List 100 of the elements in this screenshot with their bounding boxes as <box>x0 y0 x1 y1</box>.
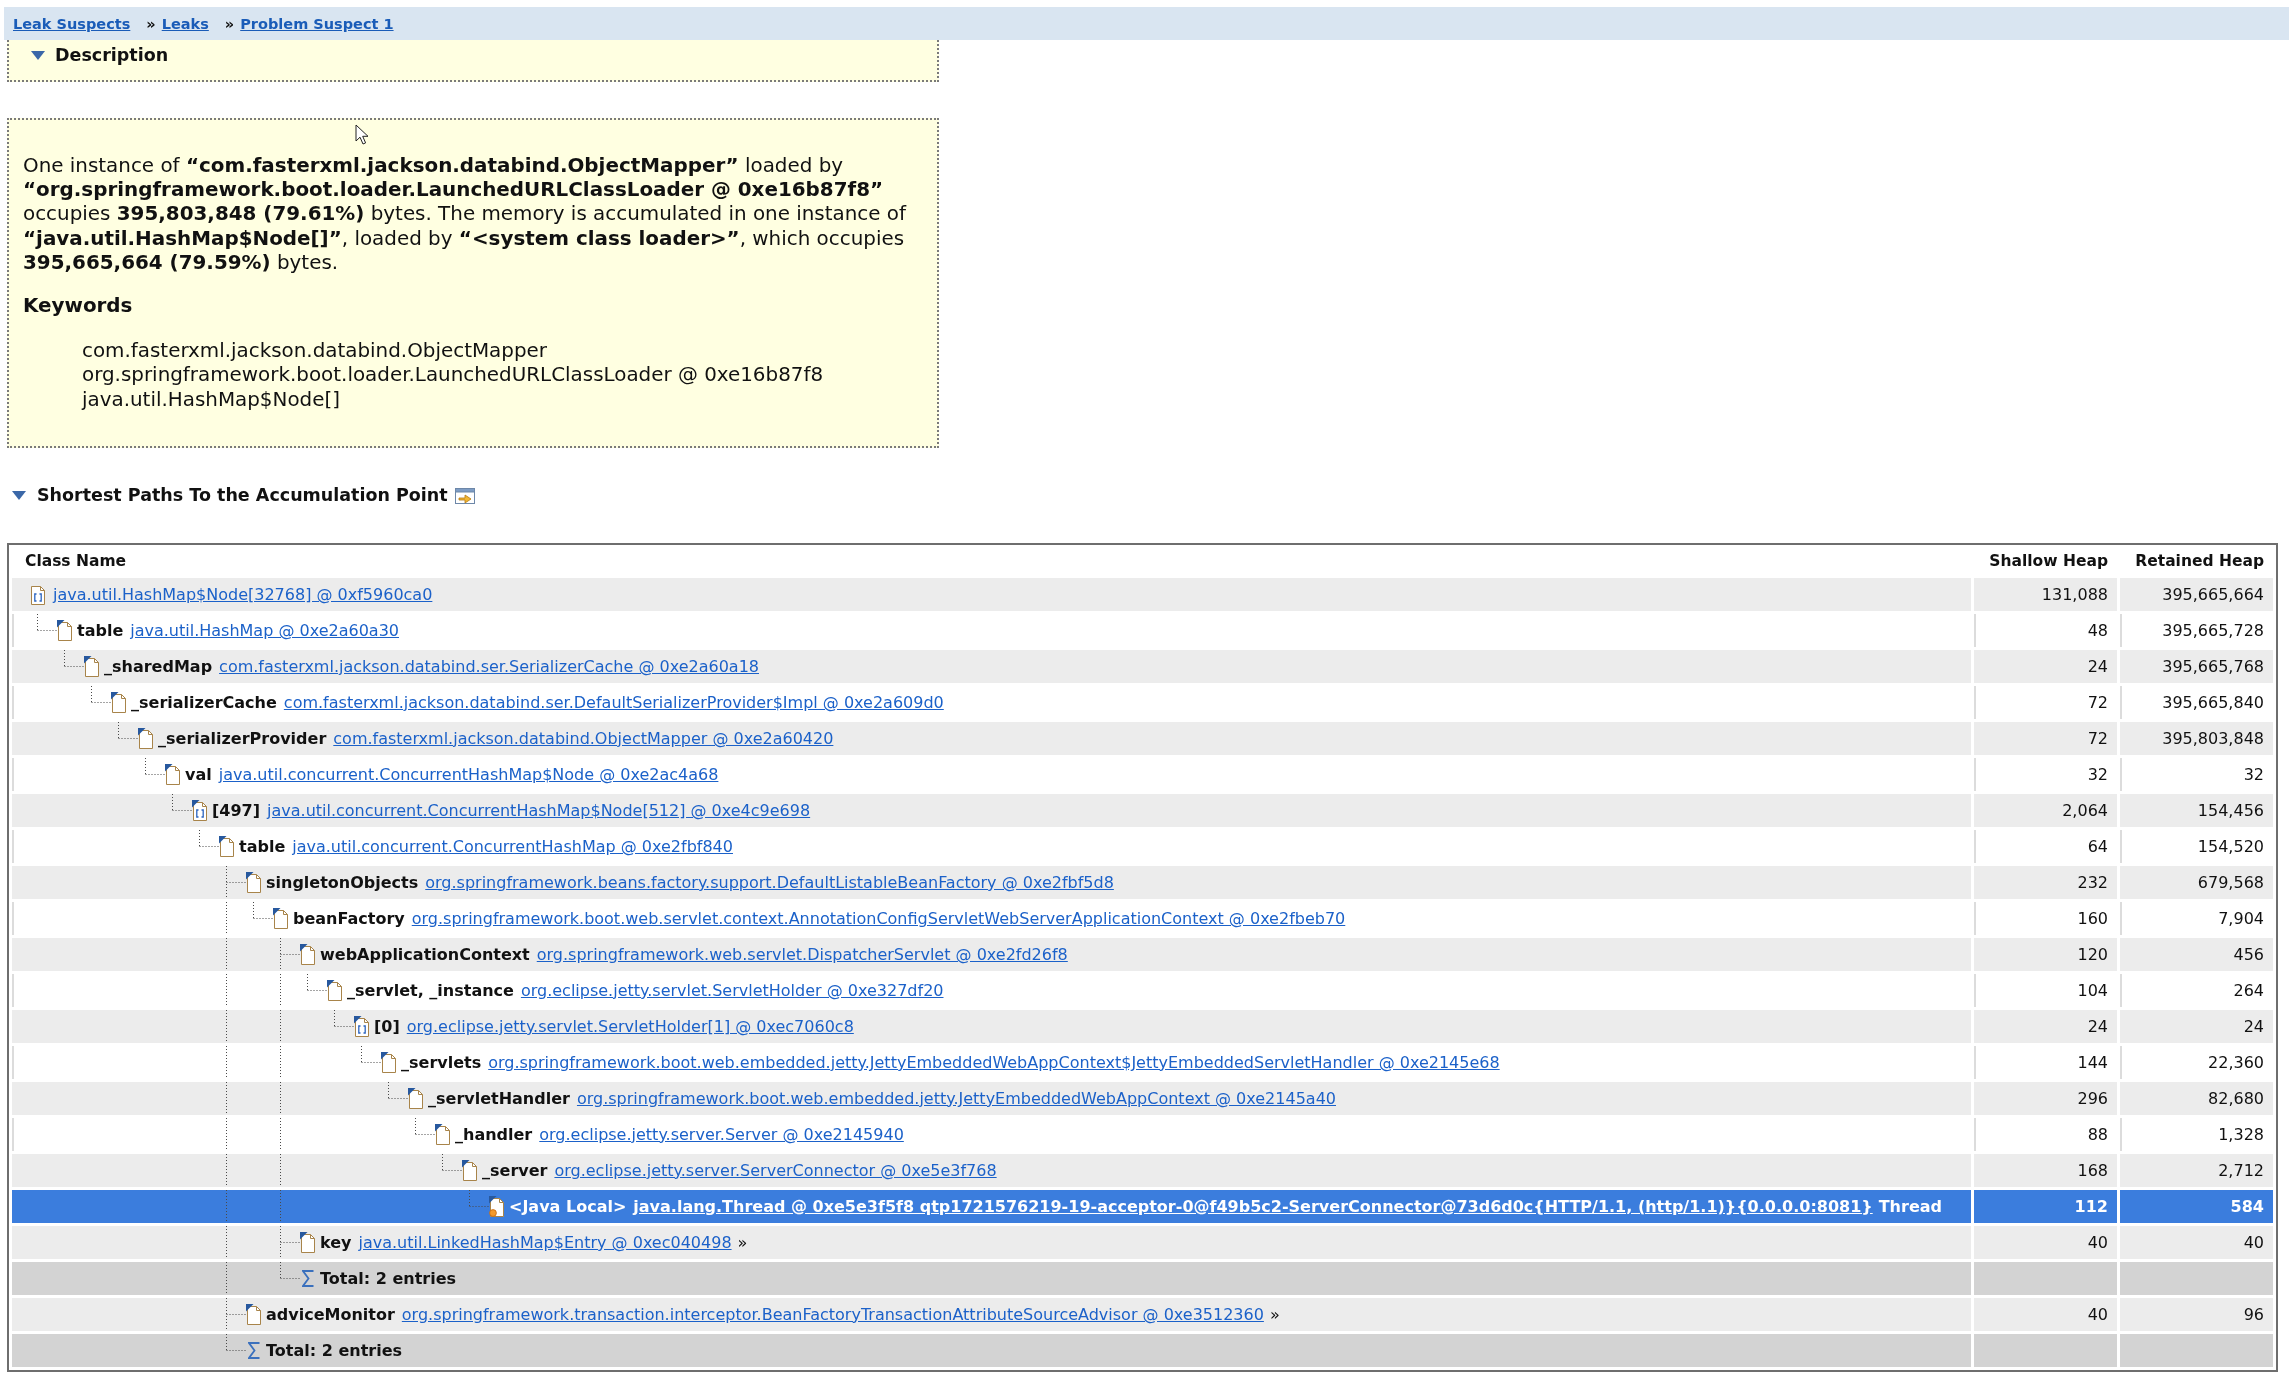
object-link[interactable]: org.eclipse.jetty.servlet.ServletHolder @ 0xe327df20 <box>520 980 944 1000</box>
tree-connector <box>91 685 111 703</box>
tree-connector <box>226 865 246 899</box>
array-document-icon <box>192 799 208 821</box>
tree-connector <box>64 649 84 667</box>
mouse-pointer-icon <box>355 124 369 145</box>
heap-value: 24 <box>2120 1009 2273 1043</box>
document-icon <box>327 979 343 1001</box>
heap-value: 395,665,768 <box>2120 649 2273 683</box>
heap-value: 96 <box>2120 1297 2273 1331</box>
breadcrumb-separator: » <box>146 15 156 32</box>
document-icon <box>300 943 316 965</box>
heap-value: 168 <box>1974 1153 2117 1187</box>
keyword-text: com.fasterxml.jackson.databind.ObjectMapper <box>82 339 548 364</box>
heap-value: 24 <box>1974 649 2117 683</box>
object-link[interactable]: org.eclipse.jetty.server.Server @ 0xe2145940 <box>539 1124 904 1144</box>
heap-value: 395,665,664 <box>2120 577 2273 611</box>
heap-value: 679,568 <box>2120 865 2273 899</box>
document-icon <box>462 1159 478 1181</box>
field-name: val <box>185 764 212 784</box>
array-document-icon <box>354 1015 370 1037</box>
object-link[interactable]: org.springframework.beans.factory.support.DefaultListableBeanFactory @ 0xe2fbf5d8 <box>425 872 1114 892</box>
object-link[interactable]: org.springframework.boot.web.embedded.jetty.JettyEmbeddedWebAppContext$JettyEmbeddedServletHandler @ 0xe2145e68 <box>488 1052 1500 1072</box>
sigma-icon <box>248 1341 260 1359</box>
object-link[interactable]: org.springframework.web.servlet.DispatcherServlet @ 0xe2fd26f8 <box>536 944 1068 964</box>
field-name: table <box>239 836 286 856</box>
document-icon <box>300 1231 316 1253</box>
object-link[interactable]: org.springframework.boot.web.servlet.context.AnnotationConfigServletWebServerApplicationContext @ 0xe2fbeb70 <box>411 908 1346 928</box>
object-link[interactable]: java.util.HashMap @ 0xe2a60a30 <box>130 620 399 640</box>
tree-connector <box>172 793 192 811</box>
suffix-text: » <box>1269 1304 1280 1324</box>
heap-value: 584 <box>2120 1189 2273 1223</box>
heap-value: 296 <box>1974 1081 2117 1115</box>
document-icon <box>57 619 73 641</box>
tree-connector <box>226 1297 246 1331</box>
document-icon <box>381 1051 397 1073</box>
heap-value: 24 <box>1974 1009 2117 1043</box>
object-link[interactable]: com.fasterxml.jackson.databind.ser.DefaultSerializerProvider$Impl @ 0xe2a609d0 <box>283 692 944 712</box>
object-link[interactable]: com.fasterxml.jackson.databind.ObjectMapper @ 0xe2a60420 <box>333 728 834 748</box>
field-name: _servlet, _instance <box>347 980 514 1000</box>
breadcrumb-separator: » <box>224 15 235 32</box>
section-title: Shortest Paths To the Accumulation Point <box>37 483 448 507</box>
suffix-text: Thread <box>1878 1196 1942 1216</box>
keyword-text: org.springframework.boot.loader.LaunchedURLClassLoader @ 0xe16b87f8 <box>82 363 825 388</box>
heap-value: 40 <box>2120 1225 2273 1259</box>
heap-value: 131,088 <box>1974 577 2117 611</box>
object-link[interactable]: org.eclipse.jetty.server.ServerConnector @ 0xe5e3f768 <box>554 1160 997 1180</box>
field-name: _sharedMap <box>104 656 213 676</box>
field-name: webApplicationContext <box>320 944 530 964</box>
field-name: singletonObjects <box>266 872 419 892</box>
breadcrumb-link[interactable]: Leaks <box>161 15 209 32</box>
field-name: adviceMonitor <box>266 1304 395 1324</box>
sigma-icon <box>302 1269 314 1287</box>
document-icon <box>219 835 235 857</box>
object-link[interactable]: java.lang.Thread @ 0xe5e3f5f8 qtp1721576219-19-acceptor-0@f49b5c2-ServerConnector@73d6d0c{HTTP/1.1, (http/1.1)}{0.0.0.0:8081} <box>633 1196 1873 1216</box>
triangle-icon[interactable] <box>12 491 26 501</box>
document-icon <box>138 727 154 749</box>
field-name: [497] <box>212 800 261 820</box>
total-label: Total: 2 entries <box>266 1340 403 1360</box>
heap-value: 2,712 <box>2120 1153 2273 1187</box>
field-name: [0] <box>374 1016 400 1036</box>
field-name: key <box>320 1232 352 1252</box>
tree-connector <box>145 757 165 775</box>
triangle-icon[interactable] <box>31 51 45 60</box>
field-name: <Java Local> <box>509 1196 627 1216</box>
document-icon <box>165 763 181 785</box>
object-link[interactable]: java.util.concurrent.ConcurrentHashMap$Node[512] @ 0xe4c9e698 <box>267 800 811 820</box>
tree-connector <box>118 721 138 739</box>
tree-connector <box>199 829 219 847</box>
heap-value: 120 <box>1974 937 2117 971</box>
field-name: beanFactory <box>293 908 405 928</box>
field-name: _serializerCache <box>131 692 277 712</box>
array-document-icon <box>30 583 46 605</box>
heap-value: 395,803,848 <box>2120 721 2273 755</box>
total-label: Total: 2 entries <box>320 1268 457 1288</box>
object-link[interactable]: org.eclipse.jetty.servlet.ServletHolder[1] @ 0xec7060c8 <box>406 1016 854 1036</box>
field-name: table <box>77 620 124 640</box>
suffix-text: » <box>737 1232 748 1252</box>
heap-value: 72 <box>1974 721 2117 755</box>
field-name: _handler <box>455 1124 533 1144</box>
document-icon <box>246 1303 262 1325</box>
field-name: _servletHandler <box>428 1088 570 1108</box>
object-link[interactable]: org.springframework.transaction.interceptor.BeanFactoryTransactionAttributeSourceAdvisor @ 0xe3512360 <box>401 1304 1264 1324</box>
object-link[interactable]: org.springframework.boot.web.embedded.jetty.JettyEmbeddedWebAppContext @ 0xe2145a40 <box>576 1088 1336 1108</box>
section-title: Description <box>55 44 169 67</box>
tree-connector <box>226 901 273 935</box>
breadcrumb-link[interactable]: Problem Suspect 1 <box>240 15 394 32</box>
object-link[interactable]: java.util.concurrent.ConcurrentHashMap$Node @ 0xe2ac4a68 <box>218 764 719 784</box>
document-icon <box>273 907 289 929</box>
breadcrumb-link[interactable]: Leak Suspects <box>13 15 131 32</box>
description-text: One instance of “com.fasterxml.jackson.databind.ObjectMapper” loaded by “org.springframework.boot.loader.LaunchedURLClassLoader @ 0xe16b87f8” occupies 395,803,848 (79.61%) bytes. The memory is accumulated in one instance of “java.util.HashMap$Node[]”, loaded by “<system class loader>”, which occupies 395,665,664 (79.59%) bytes. <box>23 154 908 275</box>
object-link[interactable]: com.fasterxml.jackson.databind.ser.SerializerCache @ 0xe2a60a18 <box>219 656 759 676</box>
field-name: _servlets <box>401 1052 482 1072</box>
document-icon <box>435 1123 451 1145</box>
heap-value: 40 <box>1974 1225 2117 1259</box>
object-link[interactable]: java.util.HashMap$Node[32768] @ 0xf5960ca0 <box>53 584 433 604</box>
object-link[interactable]: java.util.LinkedHashMap$Entry @ 0xec040498 <box>358 1232 732 1252</box>
object-link[interactable]: java.util.concurrent.ConcurrentHashMap @ 0xe2fbf840 <box>292 836 733 856</box>
document-icon <box>111 691 127 713</box>
tree-connector <box>226 1333 246 1351</box>
